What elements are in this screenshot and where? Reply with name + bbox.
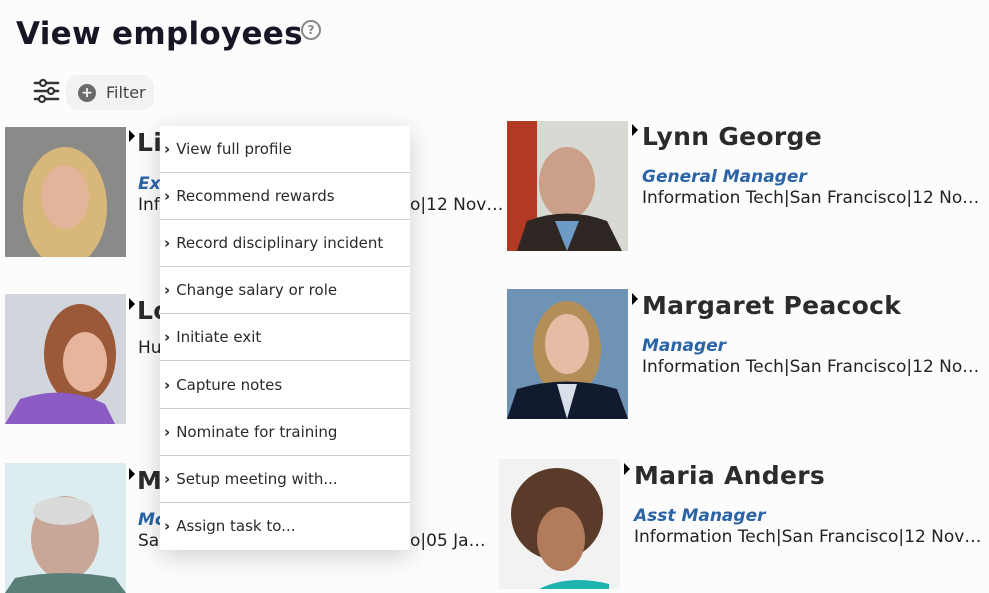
- help-icon[interactable]: ?: [301, 20, 321, 40]
- menu-item-initiate-exit[interactable]: › Initiate exit: [160, 314, 410, 362]
- menu-item-view-full-profile[interactable]: › View full profile: [160, 126, 410, 174]
- menu-item-change-salary-or-role[interactable]: › Change salary or role: [160, 267, 410, 315]
- chevron-right-icon: ›: [164, 422, 171, 441]
- menu-item-capture-notes[interactable]: › Capture notes: [160, 361, 410, 409]
- expand-caret-icon[interactable]: [632, 124, 638, 136]
- chevron-right-icon: ›: [164, 517, 171, 536]
- employee-photo[interactable]: [499, 459, 620, 589]
- employee-info: Information Tech|San Francisco|12 Nov…: [642, 357, 989, 377]
- employee-info: Information Tech|San Francisco|12 Nov…: [634, 527, 982, 547]
- employee-info: Sa: [138, 531, 160, 551]
- employee-photo[interactable]: [507, 289, 628, 419]
- employee-role: General Manager: [642, 167, 807, 187]
- employee-role: Ex: [138, 174, 161, 194]
- employee-name[interactable]: M: [137, 466, 162, 495]
- chevron-right-icon: ›: [164, 187, 171, 206]
- plus-circle-icon: +: [78, 83, 96, 102]
- menu-item-assign-task[interactable]: › Assign task to...: [160, 503, 410, 550]
- employee-name[interactable]: Maria Anders: [634, 461, 825, 490]
- employee-info-tail: o|12 Nov…: [410, 195, 504, 215]
- employee-context-menu: › View full profile › Recommend rewards › R…: [160, 126, 410, 550]
- menu-item-nominate-for-training[interactable]: › Nominate for training: [160, 409, 410, 456]
- expand-caret-icon[interactable]: [624, 463, 630, 475]
- sliders-icon[interactable]: [33, 78, 60, 104]
- chevron-right-icon: ›: [164, 140, 171, 159]
- employee-info: Hu: [138, 338, 162, 358]
- filter-button[interactable]: + Filter: [66, 75, 154, 110]
- expand-caret-icon[interactable]: [129, 298, 135, 310]
- expand-caret-icon[interactable]: [129, 130, 135, 142]
- employee-role: Asst Manager: [634, 506, 766, 526]
- chevron-right-icon: ›: [164, 234, 171, 253]
- employee-photo[interactable]: [5, 127, 126, 257]
- filter-label: Filter: [106, 83, 146, 102]
- employee-info: Information Tech|San Francisco|12 Nov…: [642, 188, 989, 208]
- employee-name[interactable]: Margaret Peacock: [642, 291, 901, 320]
- employee-photo[interactable]: [5, 463, 126, 593]
- chevron-right-icon: ›: [164, 469, 171, 488]
- menu-item-setup-meeting[interactable]: › Setup meeting with...: [160, 456, 410, 503]
- employee-name[interactable]: Li: [137, 128, 162, 157]
- expand-caret-icon[interactable]: [632, 293, 638, 305]
- employee-photo[interactable]: [5, 294, 126, 424]
- chevron-right-icon: ›: [164, 328, 171, 347]
- page-title: View employees: [16, 16, 303, 52]
- expand-caret-icon[interactable]: [129, 468, 135, 480]
- menu-item-recommend-rewards[interactable]: › Recommend rewards: [160, 173, 410, 221]
- chevron-right-icon: ›: [164, 375, 171, 394]
- employee-role: Manager: [642, 336, 727, 356]
- employee-name[interactable]: Lynn George: [642, 122, 822, 151]
- employee-info-tail: o|05 Ja…: [410, 531, 486, 551]
- menu-item-record-disciplinary-incident[interactable]: › Record disciplinary incident: [160, 220, 410, 268]
- employee-photo[interactable]: [507, 121, 628, 251]
- chevron-right-icon: ›: [164, 281, 171, 300]
- employee-info: Inf: [138, 195, 160, 215]
